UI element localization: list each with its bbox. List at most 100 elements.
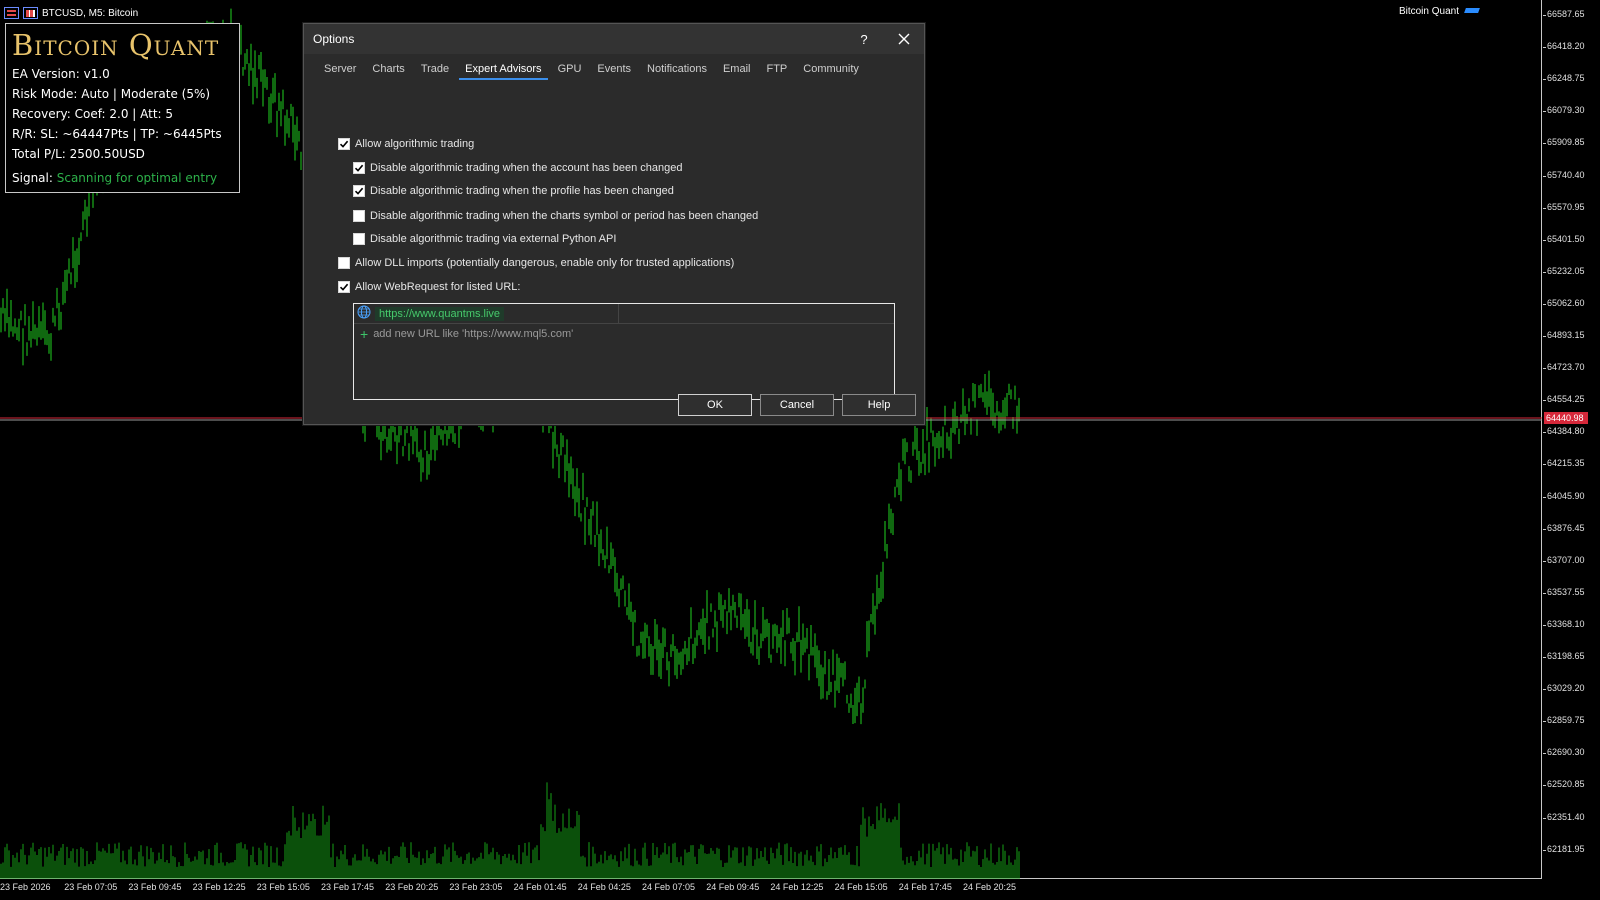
time-tick: 23 Feb 2026 — [0, 882, 51, 892]
url-list[interactable]: https://www.quantms.live + add new URL l… — [353, 303, 895, 400]
time-tick: 23 Feb 12:25 — [192, 882, 246, 892]
help-icon[interactable]: ? — [844, 24, 884, 54]
checkbox[interactable] — [353, 185, 365, 197]
price-tick: 63707.00 — [1543, 554, 1585, 565]
tab-email[interactable]: Email — [717, 58, 757, 80]
ea-rr: R/R: SL: ~64447Pts | TP: ~6445Pts — [12, 127, 222, 141]
price-tick: 66587.65 — [1543, 9, 1585, 19]
option-label: Disable algorithmic trading when the pro… — [370, 185, 674, 197]
ea-signal: Signal: Scanning for optimal entry — [12, 168, 233, 188]
price-tick: 62690.30 — [1543, 747, 1585, 758]
url-list-item[interactable]: https://www.quantms.live — [354, 304, 894, 324]
price-tick: 62520.85 — [1543, 779, 1585, 790]
option-label: Disable algorithmic trading when the cha… — [370, 210, 759, 222]
price-tick: 64215.35 — [1543, 458, 1585, 469]
option-label: Allow DLL imports (potentially dangerous… — [355, 257, 735, 269]
tab-charts[interactable]: Charts — [366, 58, 410, 80]
price-tick: 64045.90 — [1543, 490, 1585, 501]
dialog-titlebar[interactable]: Options ? — [304, 24, 924, 54]
time-tick: 24 Feb 20:25 — [963, 882, 1017, 892]
option-3[interactable]: Disable algorithmic trading when the cha… — [353, 210, 758, 222]
time-tick: 24 Feb 07:05 — [642, 882, 696, 892]
checkbox[interactable] — [353, 233, 365, 245]
ea-title: Bitcoin Quant — [12, 28, 220, 62]
tab-gpu[interactable]: GPU — [552, 58, 588, 80]
time-axis[interactable]: 23 Feb 2026 23 Feb 07:05 23 Feb 09:45 23 Fe… — [0, 880, 1542, 900]
time-tick: 23 Feb 15:05 — [256, 882, 310, 892]
url-entry[interactable]: https://www.quantms.live — [375, 306, 505, 321]
volume-bars — [0, 782, 1020, 879]
price-axis[interactable]: 64440.98 66587.65 66418.20 66248.75 66079.3… — [1543, 0, 1600, 879]
price-tick: 64723.70 — [1543, 362, 1585, 373]
globe-icon — [357, 305, 371, 322]
option-5[interactable]: Allow DLL imports (potentially dangerous… — [338, 257, 734, 269]
option-6[interactable]: Allow WebRequest for listed URL: — [338, 281, 520, 293]
close-icon[interactable] — [884, 24, 924, 54]
cancel-button[interactable]: Cancel — [760, 394, 834, 416]
tab-trade[interactable]: Trade — [415, 58, 455, 80]
price-tick: 65909.85 — [1543, 137, 1585, 148]
price-tick: 66079.30 — [1543, 105, 1585, 116]
checkbox[interactable] — [338, 281, 350, 293]
time-tick: 23 Feb 09:45 — [128, 882, 182, 892]
checkbox[interactable] — [353, 162, 365, 174]
option-label: Disable algorithmic trading when the acc… — [370, 162, 683, 174]
price-tick: 64554.25 — [1543, 394, 1585, 405]
graduation-cap-icon — [1465, 5, 1479, 17]
time-tick: 24 Feb 09:45 — [706, 882, 760, 892]
ok-button[interactable]: OK — [678, 394, 752, 416]
checkbox[interactable] — [338, 138, 350, 150]
chart-type-icon[interactable] — [23, 7, 38, 19]
price-tick: 66418.20 — [1543, 41, 1585, 52]
price-tick: 64384.80 — [1543, 426, 1585, 437]
time-tick: 23 Feb 20:25 — [385, 882, 439, 892]
price-tick: 65740.40 — [1543, 169, 1585, 180]
chart-menu-icon[interactable] — [4, 7, 19, 19]
price-tick: 65570.95 — [1543, 201, 1585, 212]
ea-signal-value: Scanning for optimal entry — [56, 171, 218, 185]
price-tick: 65232.05 — [1543, 265, 1585, 276]
help-button[interactable]: Help — [842, 394, 916, 416]
ea-risk-mode: Risk Mode: Auto | Moderate (5%) — [12, 87, 211, 101]
price-tick: 63537.55 — [1543, 586, 1585, 597]
ea-badge-label: Bitcoin Quant — [1398, 5, 1459, 17]
tab-community[interactable]: Community — [797, 58, 865, 80]
price-tick: 66248.75 — [1543, 73, 1585, 84]
tab-server[interactable]: Server — [318, 58, 362, 80]
time-tick: 23 Feb 07:05 — [64, 882, 118, 892]
checkbox[interactable] — [338, 257, 350, 269]
option-label: Allow WebRequest for listed URL: — [355, 281, 521, 293]
ea-info-panel: Bitcoin Quant EA Version: v1.0 Risk Mode… — [5, 23, 240, 193]
current-price-label: 64440.98 — [1544, 412, 1588, 424]
tab-notifications[interactable]: Notifications — [641, 58, 713, 80]
ea-total-pl: Total P/L: 2500.50USD — [12, 147, 145, 161]
checkbox[interactable] — [353, 210, 365, 222]
tab-ftp[interactable]: FTP — [760, 58, 793, 80]
tab-events[interactable]: Events — [591, 58, 637, 80]
time-tick: 24 Feb 17:45 — [898, 882, 952, 892]
time-tick: 24 Feb 12:25 — [770, 882, 824, 892]
time-tick: 24 Feb 01:45 — [513, 882, 567, 892]
tab-expert-advisors[interactable]: Expert Advisors — [459, 58, 548, 80]
plus-icon: + — [360, 326, 369, 342]
ea-signal-label: Signal: — [12, 171, 53, 185]
price-tick: 63029.20 — [1543, 683, 1585, 694]
ea-badge[interactable]: Bitcoin Quant — [1399, 5, 1479, 17]
option-1[interactable]: Disable algorithmic trading when the acc… — [353, 162, 682, 174]
price-tick: 64893.15 — [1543, 330, 1585, 340]
option-2[interactable]: Disable algorithmic trading when the pro… — [353, 185, 674, 197]
time-tick: 23 Feb 17:45 — [321, 882, 375, 892]
time-tick: 23 Feb 23:05 — [449, 882, 503, 892]
options-dialog: Options ? Server Charts Trade Expert Adviso… — [303, 23, 925, 425]
add-url-row[interactable]: + add new URL like 'https://www.mql5.com… — [354, 324, 894, 344]
option-4[interactable]: Disable algorithmic trading via external… — [353, 233, 616, 245]
price-tick: 62351.40 — [1543, 811, 1585, 822]
price-tick: 63198.65 — [1543, 651, 1585, 661]
option-label: Disable algorithmic trading via external… — [370, 233, 617, 245]
ea-version: EA Version: v1.0 — [12, 67, 110, 81]
price-tick: 62181.95 — [1543, 843, 1585, 854]
price-tick: 63368.10 — [1543, 618, 1585, 629]
option-0[interactable]: Allow algorithmic trading — [338, 138, 474, 150]
dialog-title: Options — [313, 32, 355, 46]
price-tick: 63876.45 — [1543, 522, 1585, 533]
